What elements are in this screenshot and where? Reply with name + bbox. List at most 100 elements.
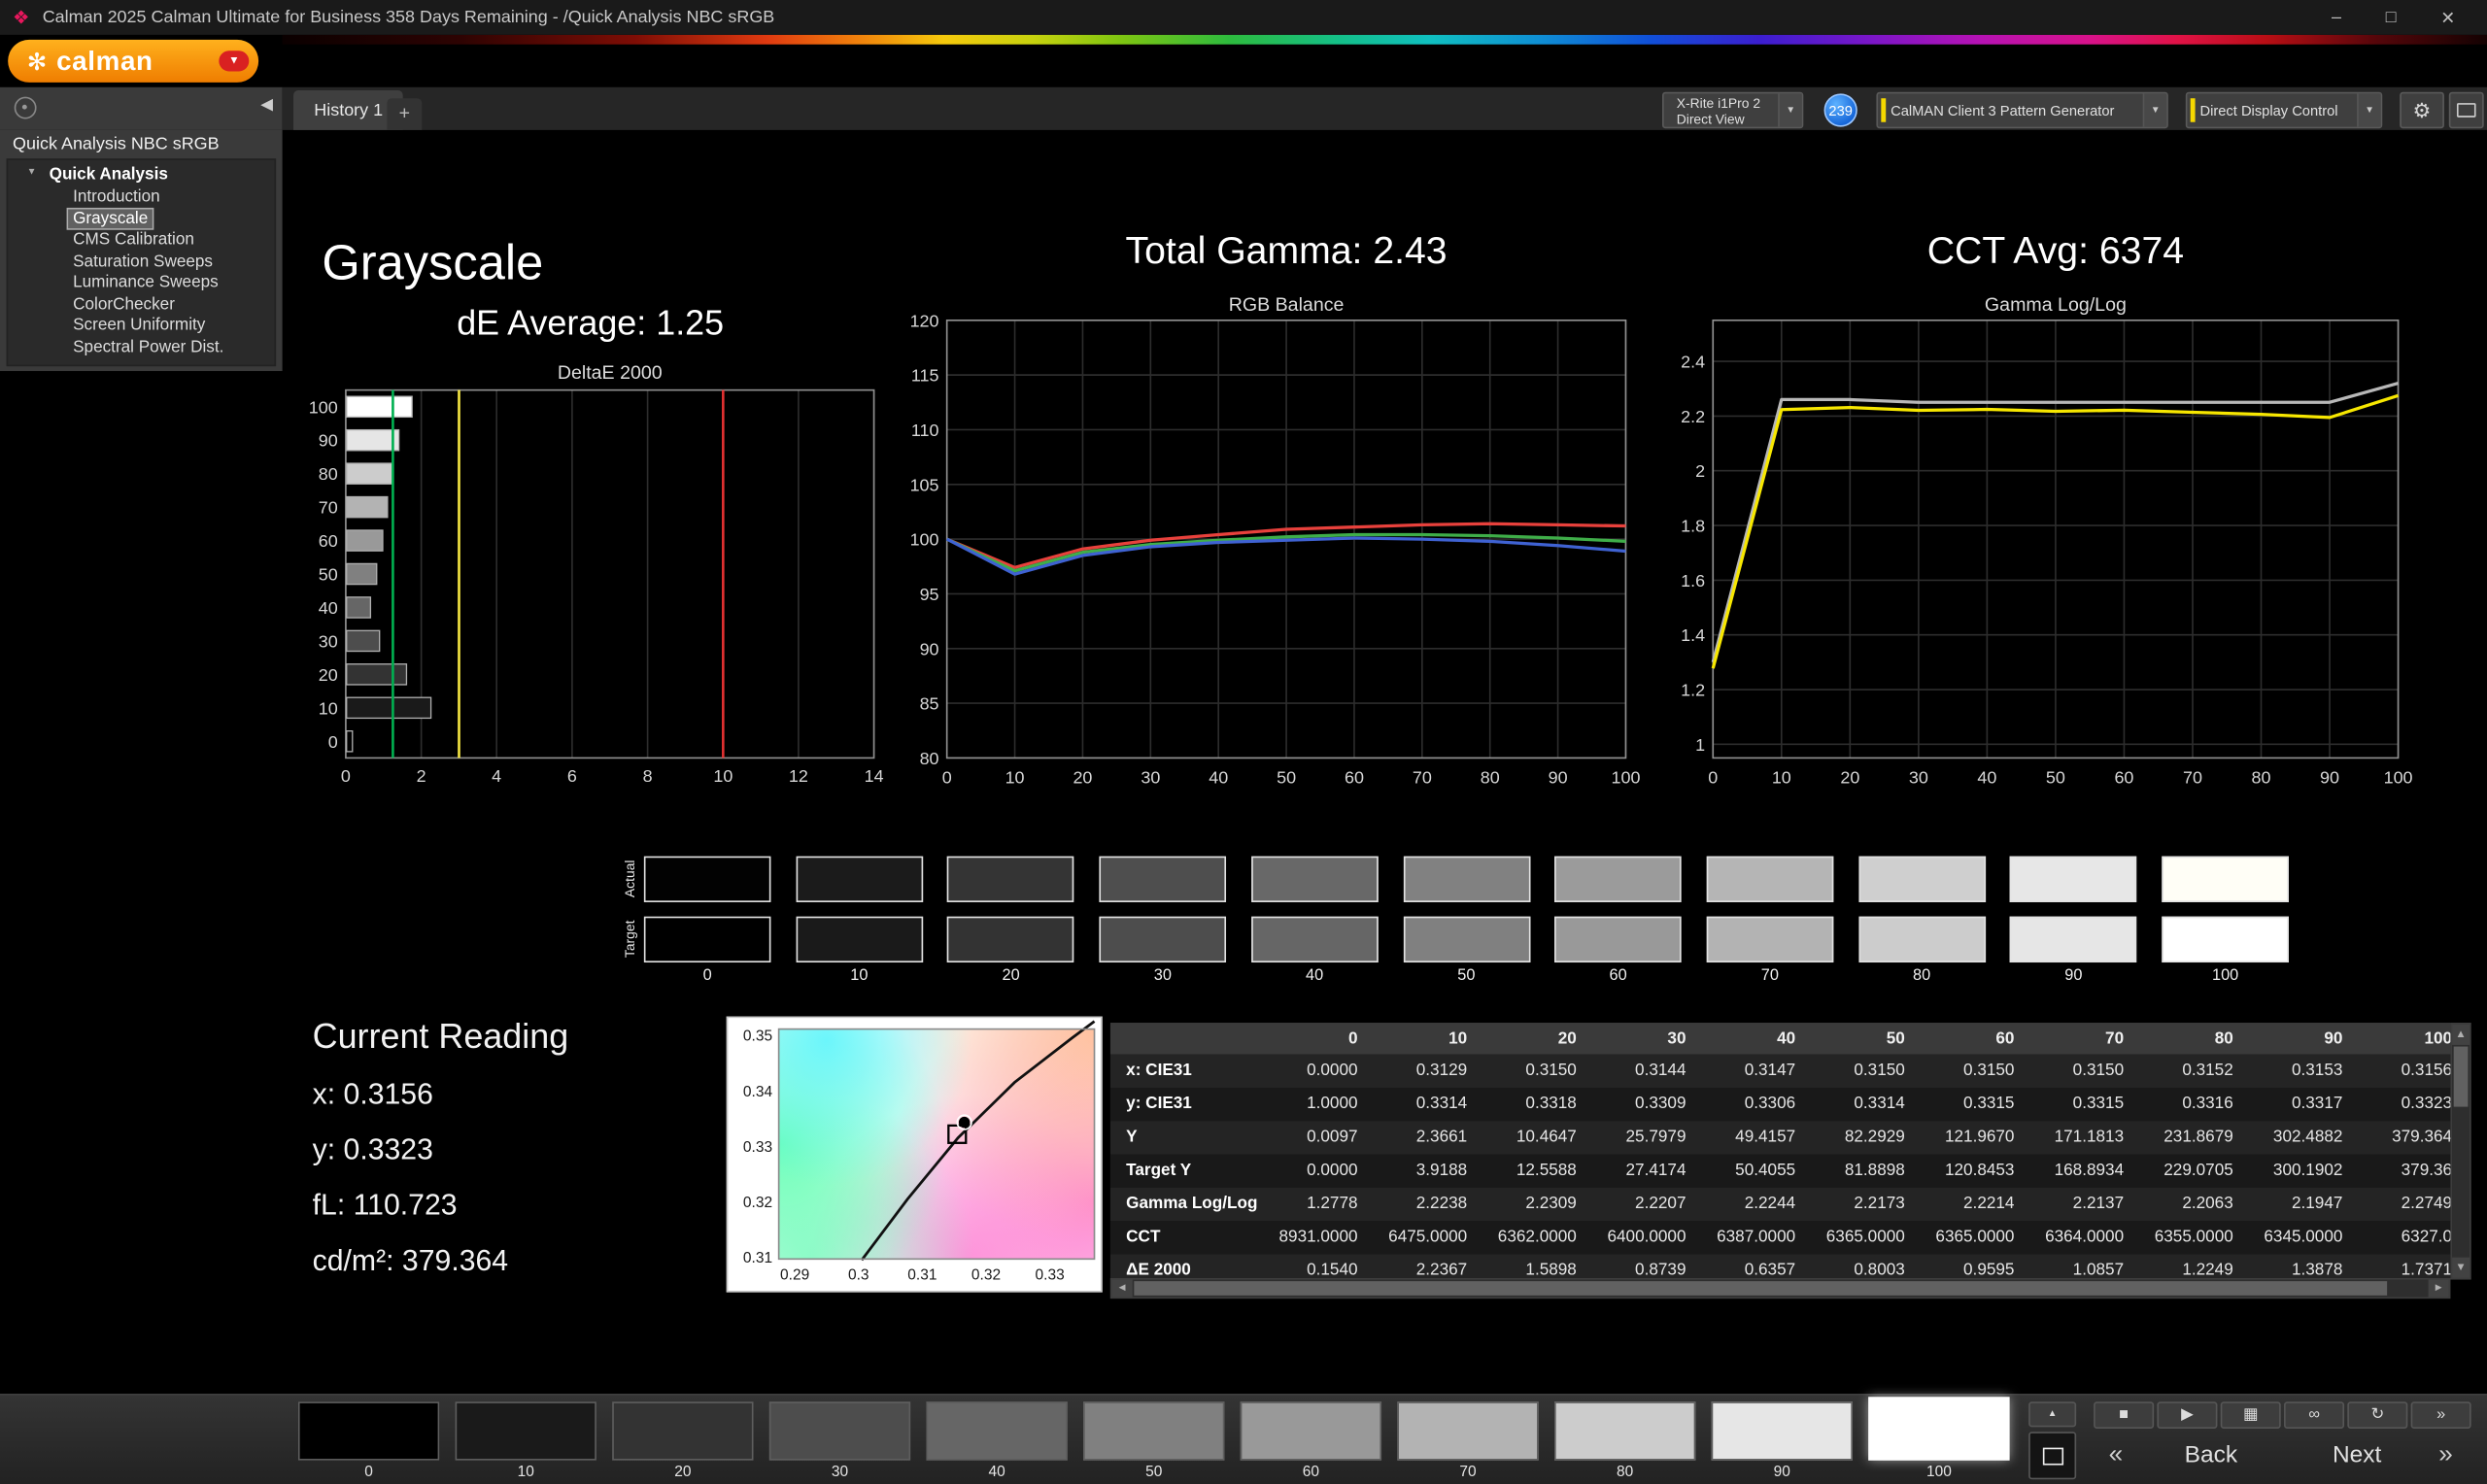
column-header-90: 90 [2324, 1029, 2343, 1049]
patch-button-50[interactable] [1083, 1401, 1225, 1461]
meter-name: X-Rite i1Pro 2 [1676, 94, 1761, 111]
cell: 0.3152 [2182, 1061, 2233, 1080]
patch-button-60[interactable] [1240, 1401, 1382, 1461]
sidebar-item-spectral-power-dist[interactable]: Spectral Power Dist. [68, 337, 228, 356]
cell: 171.1813 [2054, 1127, 2125, 1147]
table-row: Target Y 0.0000 3.9188 12.5588 27.4174 50.405… [1109, 1154, 2451, 1188]
pattern-window-button[interactable] [2028, 1432, 2077, 1480]
add-tab-button[interactable]: + [387, 98, 423, 130]
play-button[interactable]: ▶ [2157, 1401, 2218, 1430]
calman-menu-button[interactable]: ✻ calman ▼ [8, 39, 259, 83]
cell: 0.3316 [2182, 1094, 2233, 1114]
monitor-icon [2456, 103, 2476, 118]
patch-button-100[interactable] [1868, 1397, 2010, 1461]
patch-button-80[interactable] [1553, 1401, 1696, 1461]
target-swatch-80 [1857, 916, 1986, 963]
cell: 2.2749 [2401, 1194, 2451, 1213]
back-button[interactable]: Back [2141, 1435, 2281, 1476]
scroll-up-button[interactable]: ▲ [2452, 1024, 2470, 1045]
svg-text:10: 10 [1005, 768, 1025, 788]
settings-button[interactable]: ⚙ [2400, 91, 2444, 129]
sidebar-item-cms-calibration[interactable]: CMS Calibration [68, 230, 199, 250]
collapse-toolbar-button[interactable]: ▲ [2028, 1401, 2077, 1428]
patch-button-20[interactable] [612, 1401, 754, 1461]
pattern-generator-dropdown[interactable]: CalMAN Client 3 Pattern Generator ▼ [1876, 91, 2168, 129]
svg-text:90: 90 [2320, 768, 2339, 788]
minimize-button[interactable]: – [2332, 7, 2341, 27]
row-label: y: CIE31 [1126, 1094, 1192, 1114]
refresh-button[interactable]: ↻ [2347, 1401, 2408, 1430]
actual-swatch-0 [643, 856, 771, 902]
table-row: y: CIE31 1.0000 0.3314 0.3318 0.3309 0.3306 0.… [1109, 1087, 2451, 1122]
swatch-level-label-100: 100 [2211, 966, 2239, 985]
patch-button-40[interactable] [926, 1401, 1068, 1461]
next-chevron-icon[interactable]: » [2427, 1435, 2465, 1476]
maximize-button[interactable]: □ [2386, 7, 2397, 27]
patch-button-30[interactable] [768, 1401, 911, 1461]
stop-button[interactable]: ■ [2094, 1401, 2155, 1430]
svg-text:0.3: 0.3 [848, 1267, 869, 1284]
cell: 1.7371 [2401, 1260, 2451, 1278]
scroll-left-button[interactable]: ◄ [1111, 1279, 1133, 1298]
sidebar-item-colorchecker[interactable]: ColorChecker [68, 294, 180, 314]
svg-text:85: 85 [920, 694, 939, 714]
patch-button-90[interactable] [1711, 1401, 1853, 1461]
measurement-table: 0 10 20 30 40 50 60 70 80 90 100 x: CIE31 0.0000 0.31… [1109, 1023, 2451, 1278]
sidebar-collapse-button[interactable]: ◀ [260, 97, 273, 115]
scroll-down-button[interactable]: ▼ [2452, 1257, 2470, 1278]
meter-mode: Direct View [1676, 110, 1745, 126]
reading-count-badge[interactable]: 239 [1823, 93, 1857, 127]
column-header-50: 50 [1886, 1029, 1905, 1049]
sidebar-item-introduction[interactable]: Introduction [68, 187, 164, 207]
actual-swatch-80 [1857, 856, 1986, 902]
continuous-measure-button[interactable]: ∞ [2284, 1401, 2345, 1430]
reading-fl: fL: 110.723 [312, 1187, 458, 1222]
chevron-left-icon: ◀ [260, 96, 273, 115]
tree-root-quick-analysis[interactable]: Quick Analysis [8, 160, 274, 186]
svg-text:0: 0 [942, 768, 952, 788]
table-hscrollbar[interactable]: ◄ ► [1109, 1277, 2451, 1299]
back-chevron-icon[interactable]: « [2096, 1435, 2134, 1476]
svg-text:1.8: 1.8 [1681, 517, 1705, 536]
patch-button-0[interactable] [297, 1401, 440, 1461]
svg-text:100: 100 [2384, 768, 2413, 788]
patch-label-50: 50 [1145, 1463, 1163, 1481]
workflow-icon [14, 96, 37, 119]
de-average-value: dE Average: 1.25 [457, 302, 725, 343]
swatch-level-label-80: 80 [1913, 966, 1931, 985]
sidebar-item-grayscale[interactable]: Grayscale [66, 207, 154, 230]
patch-button-70[interactable] [1397, 1401, 1539, 1461]
svg-text:10: 10 [319, 698, 338, 718]
stop-icon: ■ [2119, 1406, 2129, 1425]
table-row: x: CIE31 0.0000 0.3129 0.3150 0.3144 0.3147 0.… [1109, 1054, 2451, 1088]
vscroll-thumb[interactable] [2453, 1046, 2469, 1107]
sidebar-item-luminance-sweeps[interactable]: Luminance Sweeps [68, 273, 222, 292]
sidebar-item-screen-uniformity[interactable]: Screen Uniformity [68, 316, 210, 335]
hscroll-thumb[interactable] [1134, 1281, 2388, 1296]
svg-text:12: 12 [789, 766, 808, 786]
scroll-right-button[interactable]: ► [2428, 1279, 2449, 1298]
cell: 0.0000 [1307, 1161, 1358, 1180]
patch-button-10[interactable] [455, 1401, 596, 1461]
next-button[interactable]: Next [2294, 1435, 2421, 1476]
cell: 0.3147 [1744, 1061, 1796, 1080]
patch-label-10: 10 [517, 1463, 534, 1481]
svg-text:110: 110 [911, 421, 939, 440]
display-control-dropdown[interactable]: Direct Display Control ▼ [2185, 91, 2383, 129]
sidebar-item-saturation-sweeps[interactable]: Saturation Sweeps [68, 252, 218, 271]
total-gamma-value: Total Gamma: 2.43 [1125, 229, 1448, 273]
cell: 0.8739 [1635, 1260, 1686, 1278]
workflow-title: Quick Analysis NBC sRGB [13, 134, 220, 154]
patch-label-20: 20 [674, 1463, 692, 1481]
cell: 0.3314 [1415, 1094, 1468, 1114]
table-row: ΔE 2000 0.1540 2.2367 1.5898 0.8739 0.6357 0.8… [1109, 1254, 2451, 1278]
sidebar-header: ◀ [0, 86, 283, 130]
save-button[interactable]: ▦ [2220, 1401, 2281, 1430]
meter-dropdown[interactable]: X-Rite i1Pro 2 Direct View ▼ [1662, 91, 1804, 129]
cell: 0.8003 [1854, 1260, 1905, 1278]
table-vscrollbar[interactable]: ▲ ▼ [2450, 1023, 2471, 1280]
display-settings-button[interactable] [2448, 91, 2484, 129]
svg-text:4: 4 [492, 766, 501, 786]
close-button[interactable]: ✕ [2440, 7, 2455, 28]
skip-button[interactable]: » [2410, 1401, 2471, 1430]
